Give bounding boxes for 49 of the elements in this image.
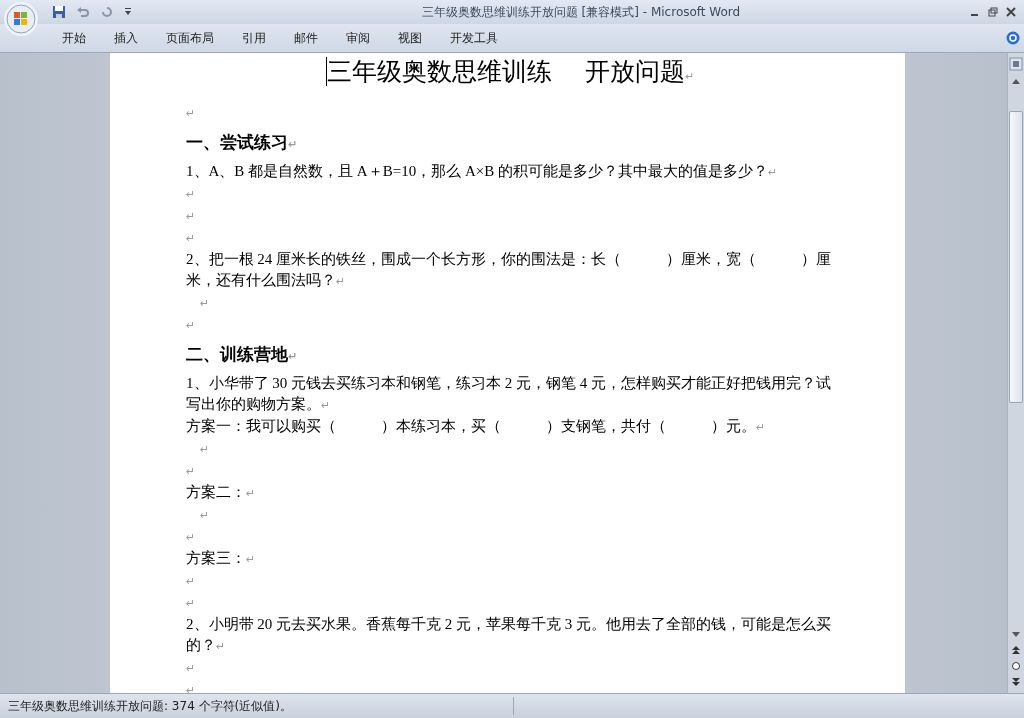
paragraph-mark: ↵ bbox=[186, 684, 196, 693]
next-page-icon[interactable] bbox=[1011, 677, 1021, 687]
paragraph-mark: ↵ bbox=[186, 188, 196, 201]
ribbon-tab[interactable]: 邮件 bbox=[280, 26, 332, 50]
paragraph-text: 1、A、B 都是自然数，且 A＋B=10，那么 A×B 的积可能是多少？其中最大的值是多少？↵ bbox=[186, 162, 779, 181]
ruler-toggle-icon[interactable] bbox=[1009, 57, 1023, 71]
ribbon-tab[interactable]: 插入 bbox=[100, 26, 152, 50]
ribbon-tab[interactable]: 审阅 bbox=[332, 26, 384, 50]
paragraph-text: 方案一：我可以购买（ ）本练习本，买（ ）支钢笔，共付（ ）元。↵ bbox=[186, 417, 767, 436]
office-button[interactable] bbox=[4, 2, 38, 36]
document-title: 三年级奥数思维训练 开放问题↵ bbox=[325, 57, 696, 88]
ribbon-tab[interactable]: 引用 bbox=[228, 26, 280, 50]
scroll-down-icon[interactable] bbox=[1011, 631, 1021, 639]
paragraph-mark: ↵ bbox=[200, 443, 210, 456]
section-heading: 二、训练营地↵ bbox=[186, 344, 299, 366]
scroll-up-icon[interactable] bbox=[1011, 77, 1021, 85]
paragraph-mark: ↵ bbox=[186, 232, 196, 245]
paragraph-mark: ↵ bbox=[186, 319, 196, 332]
ribbon-tab[interactable]: 开始 bbox=[48, 26, 100, 50]
section-heading: 一、尝试练习↵ bbox=[186, 132, 299, 154]
paragraph-text: 2、把一根 24 厘米长的铁丝，围成一个长方形，你的围法是：长（ ）厘米，宽（ ）厘米，还有什么围法吗？↵ bbox=[186, 250, 832, 290]
paragraph-mark: ↵ bbox=[186, 210, 196, 223]
vertical-scrollbar[interactable] bbox=[1007, 53, 1024, 693]
scrollbar-thumb[interactable] bbox=[1009, 111, 1023, 403]
paragraph-mark: ↵ bbox=[186, 531, 196, 544]
paragraph-mark: ↵ bbox=[186, 597, 196, 610]
customize-caret-icon[interactable] bbox=[124, 7, 132, 17]
paragraph-text: 1、小华带了 30 元钱去买练习本和钢笔，练习本 2 元，钢笔 4 元，怎样购买才能正好把钱用完？试写出你的购物方案。↵ bbox=[186, 374, 832, 414]
paragraph-mark: ↵ bbox=[200, 509, 210, 522]
ribbon-tab[interactable]: 页面布局 bbox=[152, 26, 228, 50]
paragraph-mark: ↵ bbox=[186, 575, 196, 588]
previous-page-icon[interactable] bbox=[1011, 645, 1021, 655]
restore-icon[interactable] bbox=[988, 7, 998, 17]
office-logo-icon bbox=[6, 4, 36, 34]
save-icon[interactable] bbox=[52, 5, 66, 19]
paragraph-mark: ↵ bbox=[186, 662, 196, 675]
window-title: 三年级奥数思维训练开放问题 [兼容模式] - Microsoft Word bbox=[420, 3, 742, 21]
paragraph-mark: ↵ bbox=[186, 465, 196, 478]
browse-object-icon[interactable] bbox=[1011, 661, 1021, 671]
paragraph-text: 方案三：↵ bbox=[186, 549, 257, 568]
close-icon[interactable] bbox=[1006, 7, 1016, 17]
paragraph-text: 方案二：↵ bbox=[186, 483, 257, 502]
ribbon-tab[interactable]: 视图 bbox=[384, 26, 436, 50]
paragraph-mark: ↵ bbox=[200, 297, 210, 310]
status-text: 三年级奥数思维训练开放问题: 374 个字符(近似值)。 bbox=[7, 697, 293, 715]
paragraph-text: 2、小明带 20 元去买水果。香蕉每千克 2 元，苹果每千克 3 元。他用去了全部的钱，可能是怎么买的？↵ bbox=[186, 615, 832, 655]
paragraph-mark: ↵ bbox=[186, 107, 196, 120]
ribbon-tab[interactable]: 开发工具 bbox=[436, 26, 512, 50]
help-icon[interactable] bbox=[1006, 31, 1020, 45]
